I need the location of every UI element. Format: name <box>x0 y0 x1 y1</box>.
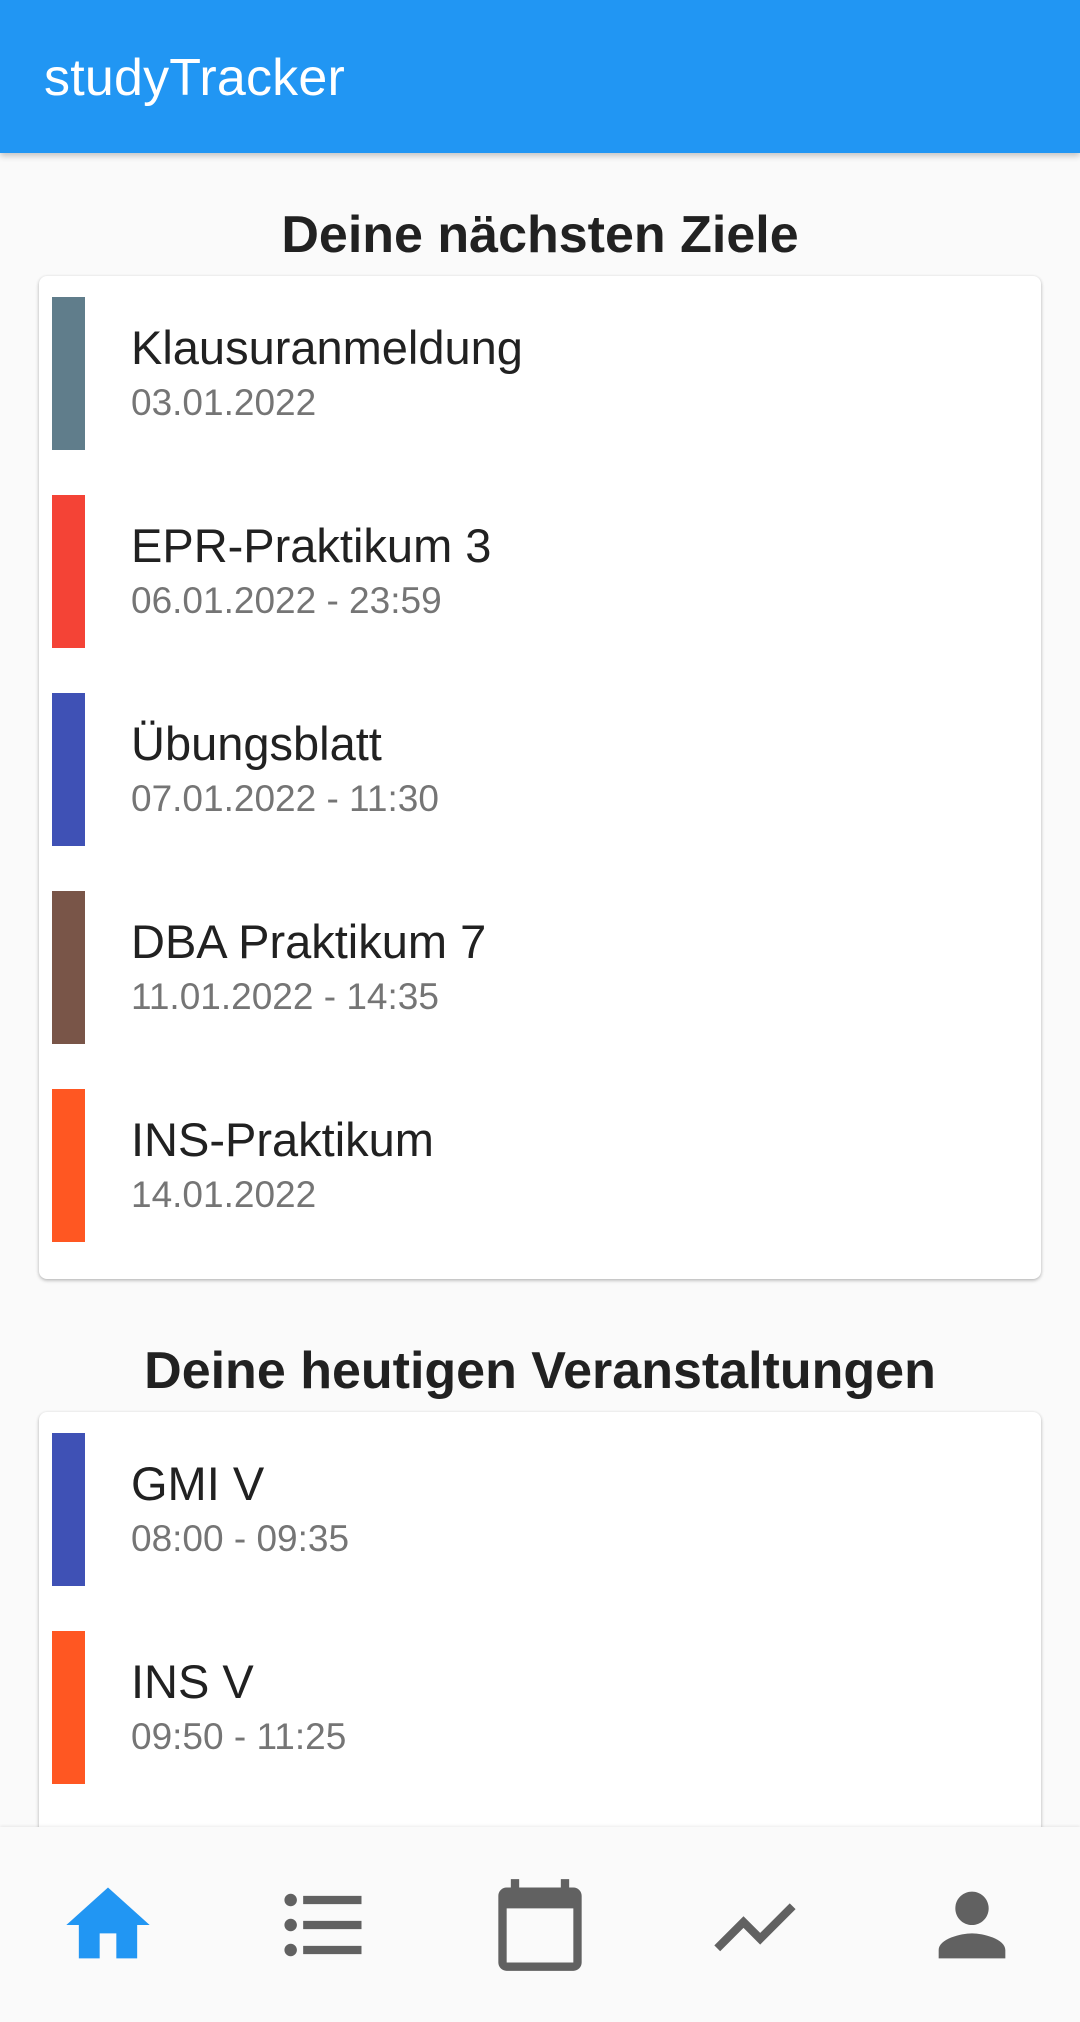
goal-color-bar <box>52 297 85 450</box>
goal-item[interactable]: INS-Praktikum 14.01.2022 <box>39 1068 1041 1266</box>
list-icon <box>284 1893 362 1956</box>
trending-icon <box>714 1902 796 1951</box>
event-name: INS V <box>131 1655 254 1708</box>
goal-name: Klausuranmeldung <box>131 321 523 374</box>
home-content[interactable]: Deine nächsten Ziele Klausuranmeldung 03… <box>0 153 1080 1827</box>
goal-item[interactable]: DBA Praktikum 7 11.01.2022 - 14:35 <box>39 870 1041 1068</box>
nav-list-button[interactable] <box>216 1827 432 2022</box>
person-icon <box>938 1891 1006 1958</box>
goal-date: 03.01.2022 <box>131 382 317 423</box>
nav-profile-button[interactable] <box>864 1827 1080 2022</box>
goals-card: Klausuranmeldung 03.01.2022 EPR-Praktiku… <box>39 276 1041 1279</box>
goal-date: 06.01.2022 - 23:59 <box>131 580 442 621</box>
event-time: 09:50 - 11:25 <box>131 1716 347 1757</box>
goal-date: 14.01.2022 <box>131 1174 317 1215</box>
event-item[interactable]: INS V 09:50 - 11:25 <box>39 1610 1041 1808</box>
event-color-bar <box>52 1433 85 1586</box>
event-color-bar <box>52 1631 85 1784</box>
events-card: GMI V 08:00 - 09:35 INS V 09:50 - 11:25 <box>39 1412 1041 1827</box>
goal-date: 07.01.2022 - 11:30 <box>131 778 439 819</box>
nav-calendar-button[interactable] <box>432 1827 648 2022</box>
event-name: GMI V <box>131 1457 265 1510</box>
goal-item[interactable]: Übungsblatt 07.01.2022 - 11:30 <box>39 672 1041 870</box>
nav-statistics-button[interactable] <box>648 1827 864 2022</box>
nav-home-button[interactable] <box>0 1827 216 2022</box>
events-section-title: Deine heutigen Veranstaltungen <box>144 1342 936 1400</box>
app-title: studyTracker <box>44 49 345 107</box>
app-root: studyTracker Deine nächsten Ziele Klausu… <box>0 0 1080 2022</box>
calendar-icon <box>498 1878 582 1971</box>
goal-name: Übungsblatt <box>131 717 382 770</box>
goal-color-bar <box>52 693 85 846</box>
goal-name: INS-Praktikum <box>131 1113 434 1166</box>
goal-name: EPR-Praktikum 3 <box>131 519 492 572</box>
goal-color-bar <box>52 891 85 1044</box>
goal-date: 11.01.2022 - 14:35 <box>131 976 439 1017</box>
event-time: 08:00 - 09:35 <box>131 1518 350 1559</box>
goal-color-bar <box>52 495 85 648</box>
goal-color-bar <box>52 1089 85 1242</box>
goals-section-title: Deine nächsten Ziele <box>281 206 799 264</box>
goal-name: DBA Praktikum 7 <box>131 915 487 968</box>
home-icon <box>66 1887 150 1958</box>
app-bar: studyTracker <box>0 0 1080 153</box>
goal-item[interactable]: Klausuranmeldung 03.01.2022 <box>39 276 1041 474</box>
bottom-navigation <box>0 1827 1080 2022</box>
event-item[interactable]: GMI V 08:00 - 09:35 <box>39 1412 1041 1610</box>
goal-item[interactable]: EPR-Praktikum 3 06.01.2022 - 23:59 <box>39 474 1041 672</box>
